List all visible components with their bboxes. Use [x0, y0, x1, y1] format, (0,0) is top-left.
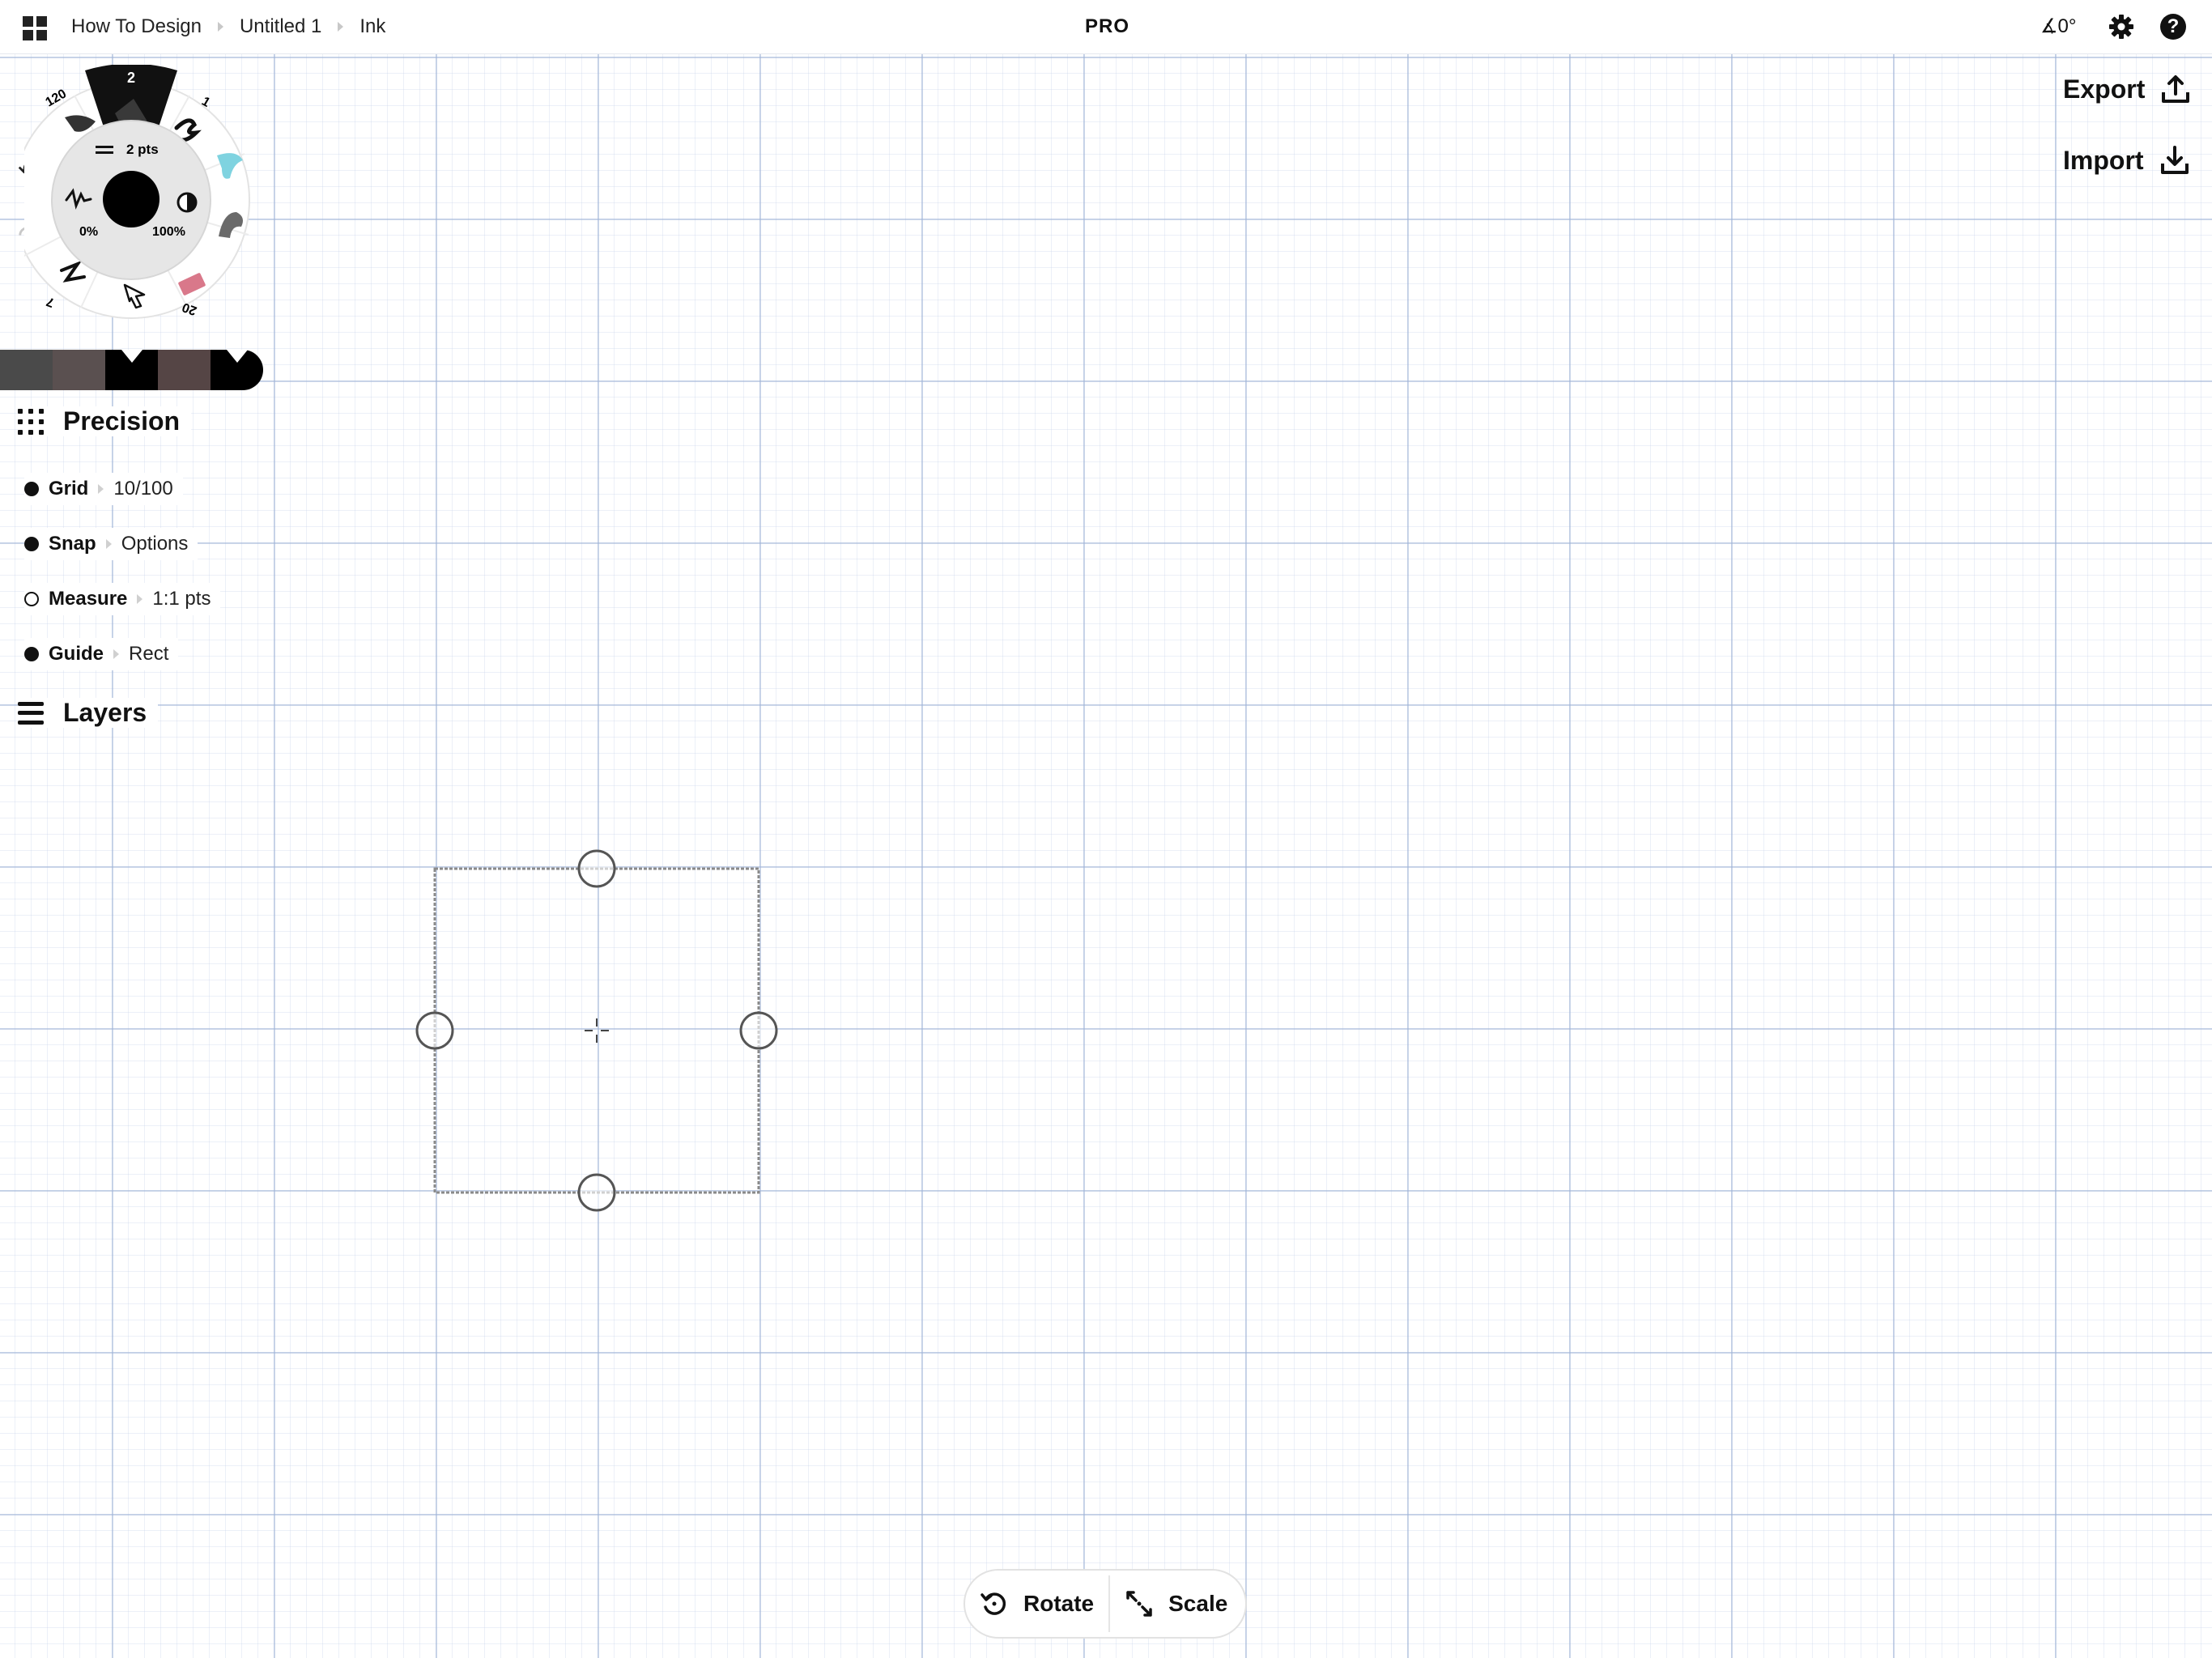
precision-title: Precision	[63, 406, 181, 436]
opacity-value: 100%	[152, 225, 185, 239]
guide-handle-right[interactable]	[739, 1011, 778, 1050]
guide-value[interactable]: Rect	[129, 643, 168, 665]
snap-value[interactable]: Options	[121, 533, 189, 555]
layers-header[interactable]: Layers	[18, 698, 159, 728]
breadcrumb-separator-icon	[338, 22, 344, 32]
stroke-width-value[interactable]: 2 pts	[126, 142, 159, 157]
pencil-size-label: 7	[45, 294, 56, 309]
export-button[interactable]: Export	[2063, 73, 2192, 105]
color-swatch[interactable]	[0, 350, 53, 390]
color-pin-icon	[227, 350, 248, 363]
tool-wheel[interactable]: 2 120 1 20 7 2 pts 0% 100%	[24, 65, 267, 332]
color-swatch[interactable]	[211, 350, 263, 390]
rotate-icon	[981, 1592, 1006, 1615]
precision-row-grid[interactable]: Grid 10/100	[24, 473, 183, 505]
row-separator-icon	[98, 484, 104, 494]
rect-guide[interactable]	[405, 834, 793, 1222]
export-label: Export	[2063, 74, 2146, 104]
precision-header[interactable]: Precision	[18, 406, 192, 436]
rect-guide-outline[interactable]	[433, 867, 760, 1194]
guide-handle-bottom[interactable]	[577, 1173, 616, 1212]
color-swatch[interactable]	[105, 350, 158, 390]
measure-label: Measure	[49, 588, 128, 610]
measure-toggle[interactable]	[24, 592, 39, 606]
current-color-dot[interactable]	[103, 171, 160, 227]
breadcrumb: How To Design Untitled 1 Ink	[71, 0, 385, 53]
import-button[interactable]: Import	[2063, 144, 2191, 176]
measure-value[interactable]: 1:1 pts	[152, 588, 211, 610]
pro-badge[interactable]: PRO	[1085, 0, 1129, 53]
grid-value[interactable]: 10/100	[113, 478, 172, 500]
rotate-label: Rotate	[1023, 1591, 1095, 1616]
import-icon	[2160, 146, 2189, 174]
help-icon[interactable]: ?	[2160, 14, 2186, 40]
transform-toolbar: Rotate Scale	[963, 1569, 1247, 1639]
guide-label: Guide	[49, 643, 104, 665]
stroke-width-icon	[96, 146, 113, 148]
row-separator-icon	[105, 539, 112, 549]
export-icon	[2162, 75, 2190, 103]
stroke-width-icon-line	[96, 151, 113, 154]
layers-icon	[18, 701, 44, 725]
active-tool-size: 2	[127, 70, 135, 86]
grid-toggle[interactable]	[24, 482, 39, 496]
guide-handle-top[interactable]	[577, 849, 616, 888]
scale-label: Scale	[1168, 1591, 1228, 1616]
precision-row-snap[interactable]: Snap Options	[24, 528, 198, 560]
color-swatch[interactable]	[158, 350, 211, 390]
row-separator-icon	[113, 649, 120, 659]
scale-icon	[1126, 1591, 1152, 1617]
top-bar: How To Design Untitled 1 Ink PRO ∡0° ?	[0, 0, 2212, 54]
breadcrumb-item-layer[interactable]: Ink	[359, 15, 385, 38]
canvas-angle-readout[interactable]: ∡0°	[2040, 0, 2076, 53]
breadcrumb-item-drawing[interactable]: Untitled 1	[240, 15, 321, 38]
row-separator-icon	[137, 594, 143, 604]
snap-label: Snap	[49, 533, 96, 555]
rotate-button[interactable]: Rotate	[965, 1589, 1108, 1618]
breadcrumb-item-gallery[interactable]: How To Design	[71, 15, 202, 38]
color-history-strip	[0, 350, 263, 390]
color-swatch[interactable]	[53, 350, 105, 390]
precision-row-measure[interactable]: Measure 1:1 pts	[24, 583, 221, 615]
grid-label: Grid	[49, 478, 89, 500]
gear-icon[interactable]	[2108, 14, 2134, 40]
guide-handle-left[interactable]	[415, 1011, 454, 1050]
snap-toggle[interactable]	[24, 537, 39, 551]
guide-center-crosshair-icon[interactable]	[585, 1018, 609, 1043]
gallery-grid-icon[interactable]	[23, 16, 47, 40]
breadcrumb-separator-icon	[217, 22, 223, 32]
smoothing-value: 0%	[79, 225, 98, 239]
precision-row-guide[interactable]: Guide Rect	[24, 638, 179, 670]
scale-button[interactable]: Scale	[1110, 1589, 1242, 1618]
import-label: Import	[2063, 145, 2144, 175]
color-pin-icon	[121, 350, 143, 363]
layers-title: Layers	[63, 698, 147, 727]
precision-dots-icon	[18, 408, 44, 435]
guide-toggle[interactable]	[24, 647, 39, 661]
